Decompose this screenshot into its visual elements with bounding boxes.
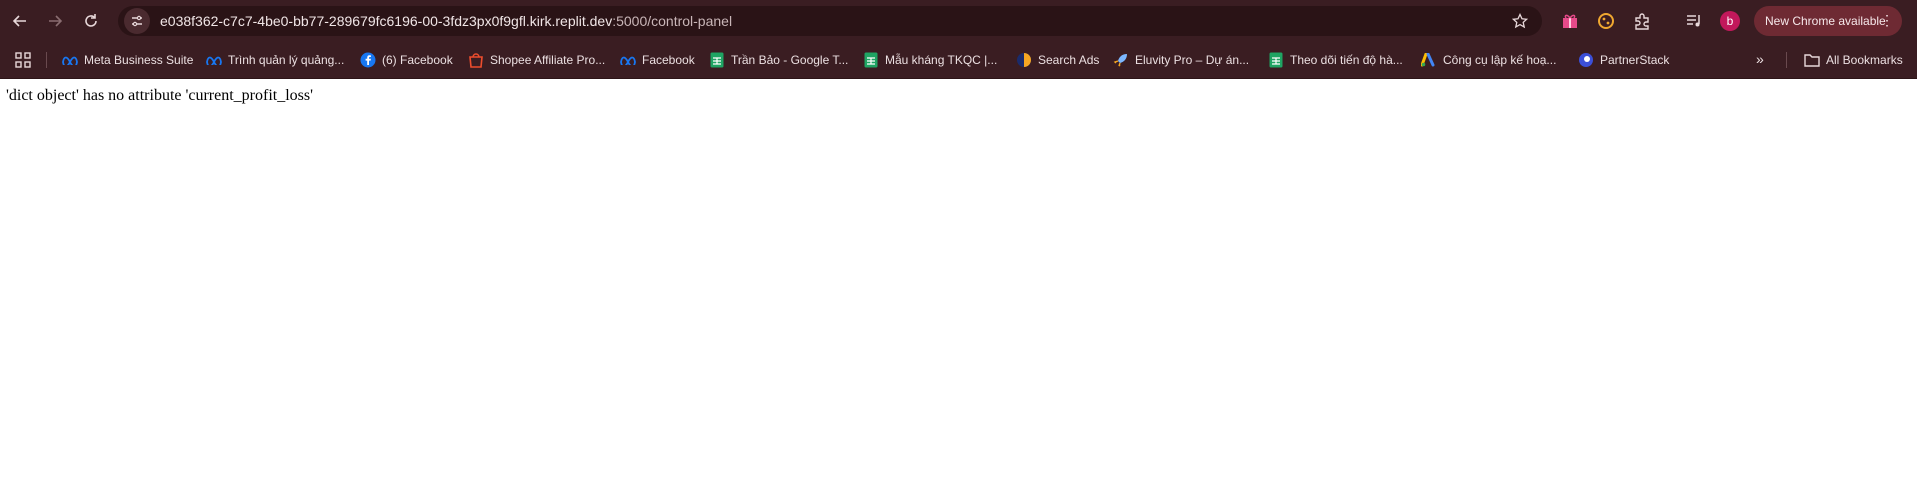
back-icon [12, 15, 26, 27]
site-info-button[interactable] [124, 8, 150, 34]
extension-button-2[interactable] [1594, 9, 1618, 33]
bookmark-label: PartnerStack [1600, 53, 1670, 67]
bookmark-label: Mẫu kháng TKQC |... [885, 53, 998, 67]
reload-icon [85, 14, 97, 27]
cookie-extension-icon [1598, 13, 1614, 29]
gift-extension-icon [1563, 14, 1577, 28]
bookmark-facebook-6[interactable]: (6) Facebook [360, 50, 453, 70]
bookmark-label: Facebook [642, 53, 695, 67]
apps-icon[interactable] [14, 51, 32, 69]
meta-icon [62, 52, 78, 68]
extension-button-1[interactable] [1558, 9, 1582, 33]
search-ads-icon [1016, 52, 1032, 68]
sheets-icon [863, 52, 879, 68]
extensions-button[interactable] [1630, 9, 1654, 33]
url-text[interactable]: e038f362-c7c7-4be0-bb77-289679fc6196-00-… [160, 13, 732, 29]
meta-icon [620, 52, 636, 68]
sheets-icon [709, 52, 725, 68]
site-info-icon [132, 15, 142, 27]
bookmark-label: Shopee Affiliate Pro... [490, 53, 606, 67]
new-chrome-label: New Chrome available [1765, 14, 1886, 28]
shopee-icon [468, 52, 484, 68]
bookmark-label: Trần Bảo - Google T... [731, 53, 849, 67]
media-controls-button[interactable] [1682, 9, 1706, 33]
bookmark-search-ads[interactable]: Search Ads [1016, 50, 1099, 70]
partnerstack-icon [1578, 52, 1594, 68]
bookmark-label: Search Ads [1038, 53, 1100, 67]
address-bar[interactable]: e038f362-c7c7-4be0-bb77-289679fc6196-00-… [118, 6, 1542, 36]
bookmark-separator [1786, 52, 1787, 68]
facebook-icon [360, 52, 376, 68]
all-bookmarks-label: All Bookmarks [1826, 53, 1903, 67]
bookmark-label: Meta Business Suite [84, 53, 194, 67]
bookmark-theo-doi[interactable]: Theo dõi tiến độ hà... [1268, 50, 1403, 70]
forward-icon [49, 15, 63, 27]
bookmark-star-button[interactable] [1510, 11, 1530, 31]
error-message: 'dict object' has no attribute 'current_… [6, 87, 314, 104]
bookmark-separator [46, 52, 47, 68]
media-icon [1687, 15, 1700, 27]
bookmark-facebook[interactable]: Facebook [620, 50, 695, 70]
bookmark-mau-khang[interactable]: Mẫu kháng TKQC |... [863, 50, 997, 70]
puzzle-icon [1635, 13, 1649, 30]
bookmark-partnerstack[interactable]: PartnerStack [1578, 50, 1669, 70]
url-host: e038f362-c7c7-4be0-bb77-289679fc6196-00-… [160, 13, 613, 29]
bookmark-label: Trình quản lý quảng... [228, 53, 345, 67]
bookmark-label: Theo dõi tiến độ hà... [1290, 53, 1403, 67]
sheets-icon [1268, 52, 1284, 68]
browser-toolbar: e038f362-c7c7-4be0-bb77-289679fc6196-00-… [0, 0, 1917, 42]
rocket-icon [1113, 52, 1129, 68]
bookmark-meta-business-suite[interactable]: Meta Business Suite [62, 50, 193, 70]
url-path: :5000/control-panel [612, 13, 733, 29]
new-chrome-available-button[interactable]: New Chrome available ⋮ [1754, 6, 1902, 36]
bookmark-tran-bao[interactable]: Trần Bảo - Google T... [709, 50, 848, 70]
meta-icon [206, 52, 222, 68]
google-ads-icon [1421, 52, 1437, 68]
profile-avatar[interactable]: b [1720, 11, 1740, 31]
forward-button[interactable] [38, 4, 72, 38]
bookmark-label: Công cụ lập kế hoạ... [1443, 53, 1557, 67]
folder-icon [1804, 52, 1820, 68]
bookmark-trinh-quan-ly[interactable]: Trình quản lý quảng... [206, 50, 344, 70]
bookmark-label: (6) Facebook [382, 53, 453, 67]
bookmark-shopee-affiliate[interactable]: Shopee Affiliate Pro... [468, 50, 605, 70]
back-button[interactable] [3, 4, 37, 38]
bookmark-eluvity-pro[interactable]: Eluvity Pro – Dự án... [1113, 50, 1249, 70]
reload-button[interactable] [74, 4, 108, 38]
more-bookmarks-chevron-icon[interactable]: » [1756, 51, 1764, 67]
bookmark-cong-cu-lap-ke-hoach[interactable]: Công cụ lập kế hoạ... [1421, 50, 1556, 70]
more-icon: ⋮ [1880, 12, 1894, 28]
bookmark-label: Eluvity Pro – Dự án... [1135, 53, 1250, 67]
bookmarks-bar: Meta Business Suite Trình quản lý quảng.… [0, 42, 1917, 79]
all-bookmarks-button[interactable]: All Bookmarks [1804, 50, 1903, 70]
star-icon [1512, 13, 1528, 29]
page-content: 'dict object' has no attribute 'current_… [0, 79, 1917, 113]
